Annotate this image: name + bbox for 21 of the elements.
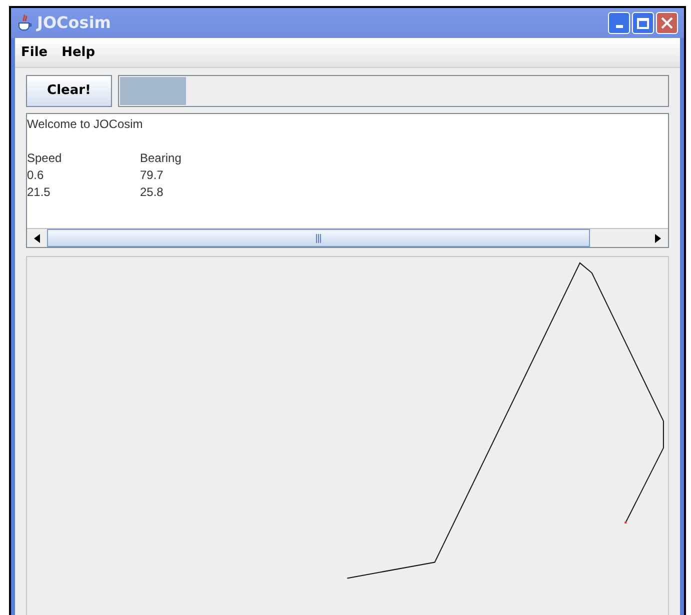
column-header: Bearing xyxy=(140,150,182,167)
maximize-button[interactable] xyxy=(632,12,654,34)
right-arrow-icon[interactable] xyxy=(655,234,661,242)
table-cell: 25.8 xyxy=(140,184,164,201)
window-title: JOCosim xyxy=(37,12,111,34)
welcome-text: Welcome to JOCosim xyxy=(27,116,144,133)
scrollbar-thumb[interactable] xyxy=(47,229,590,247)
grip-icon xyxy=(316,234,322,242)
minimize-button[interactable] xyxy=(608,12,630,34)
horizontal-scrollbar[interactable] xyxy=(27,228,668,247)
menu-item[interactable]: File xyxy=(21,42,48,62)
left-arrow-icon[interactable] xyxy=(34,234,40,242)
coffee-cup-icon xyxy=(17,14,33,32)
column-header: Speed xyxy=(27,150,63,167)
table-cell-text: 21.5 xyxy=(27,184,52,201)
menu-item[interactable]: Help xyxy=(62,42,96,62)
table-cell-text: 0.6 xyxy=(27,167,45,184)
table-cell: 79.7 xyxy=(140,167,164,184)
clear-button[interactable]: Clear! xyxy=(26,75,112,107)
close-button[interactable] xyxy=(656,12,678,34)
close-icon xyxy=(661,17,673,29)
